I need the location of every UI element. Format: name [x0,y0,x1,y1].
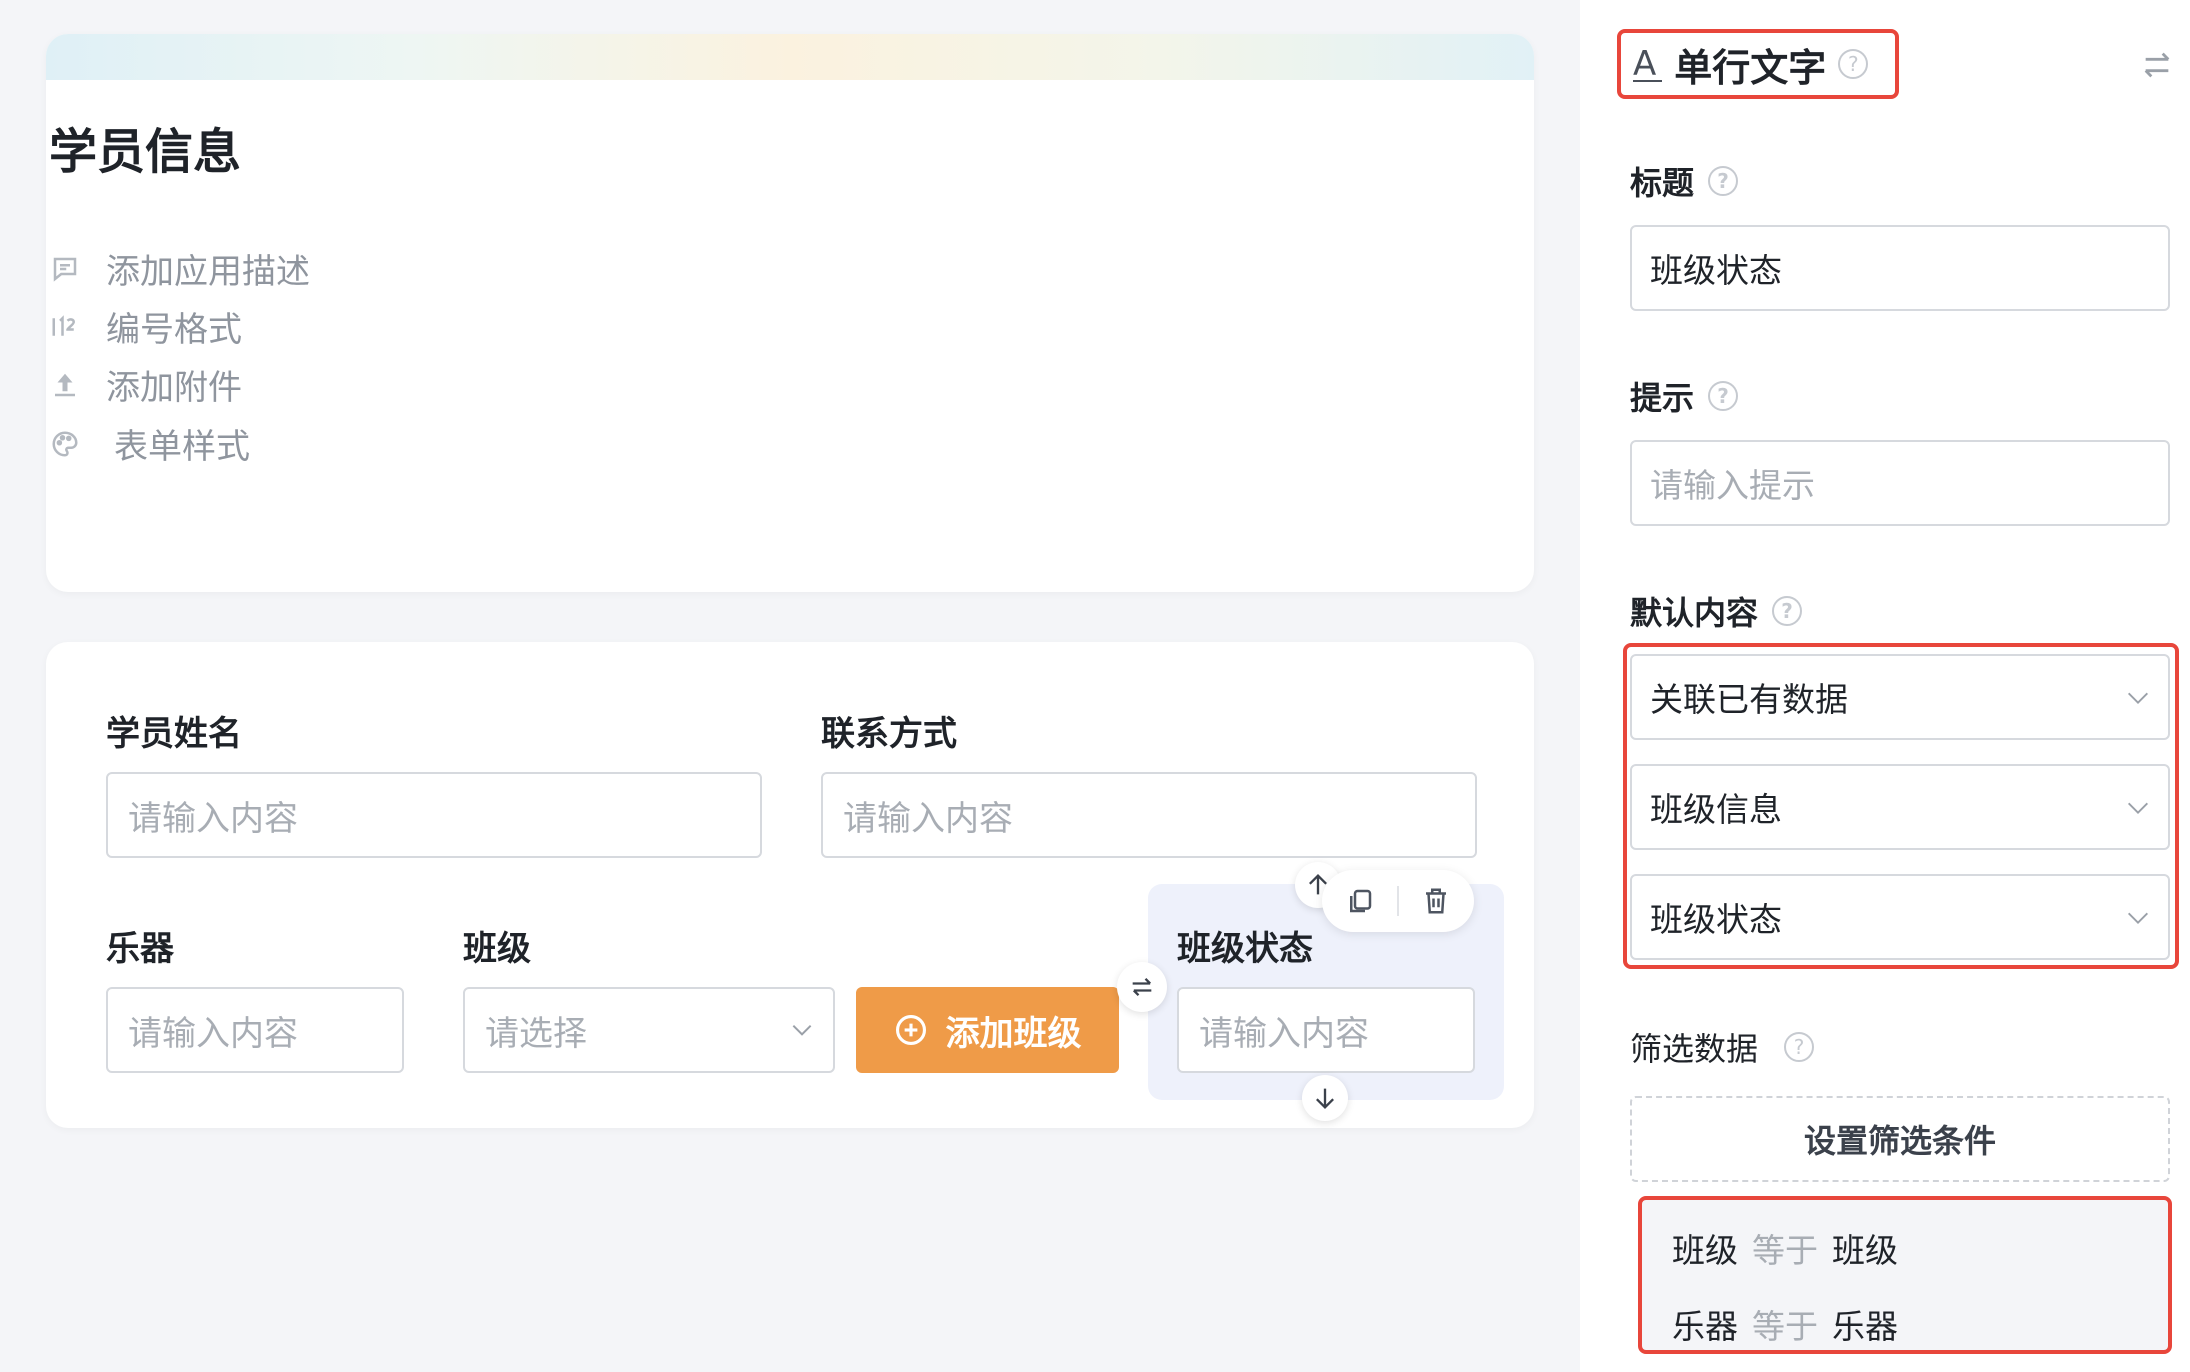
title-input-value: 班级状态 [1650,251,1782,290]
class-status-input[interactable]: 请输入内容 [1177,987,1475,1073]
form-info-card [46,34,1534,592]
contact-label: 联系方式 [821,714,957,754]
chevron-down-icon [2128,802,2148,814]
add-description-label: 添加应用描述 [106,252,310,292]
swap-position-button[interactable] [1117,962,1167,1012]
filter-condition-row[interactable]: 乐器 等于 乐器 [1672,1300,1898,1348]
linked-form-value: 班级信息 [1650,790,1782,829]
default-content-text: 默认内容 [1630,594,1759,632]
form-style-label: 表单样式 [114,427,250,467]
condition-operator: 等于 [1752,1307,1818,1346]
filter-data-label: 筛选数据 ? [1630,1024,1815,1070]
hint-prop-text: 提示 [1630,379,1695,417]
condition-field: 乐器 [1672,1307,1738,1346]
text-line-icon: A [1633,44,1663,84]
trash-icon[interactable] [1421,886,1451,916]
condition-operator: 等于 [1752,1231,1818,1270]
condition-field: 班级 [1672,1231,1738,1270]
class-label: 班级 [463,929,531,969]
chevron-down-icon [2128,912,2148,924]
form-title[interactable]: 学员信息 [49,112,241,182]
student-name-label: 学员姓名 [106,714,242,754]
set-filter-label: 设置筛选条件 [1803,1122,1996,1160]
help-icon[interactable]: ? [1708,381,1739,411]
condition-value: 乐器 [1832,1307,1898,1346]
swap-horizontal-icon [1132,978,1152,996]
instrument-placeholder: 请输入内容 [128,1013,298,1054]
number-format-link[interactable]: 编号格式 [48,302,242,351]
instrument-input[interactable]: 请输入内容 [106,987,404,1073]
chevron-down-icon [2128,692,2148,704]
copy-icon[interactable] [1345,886,1375,916]
linked-field-value: 班级状态 [1650,900,1782,939]
help-icon[interactable]: ? [1708,166,1739,196]
arrow-down-icon [1316,1088,1334,1109]
form-style-link[interactable]: 表单样式 [48,419,250,468]
linked-field-select[interactable]: 班级状态 [1630,874,2170,960]
filter-conditions-box: 班级 等于 班级 乐器 等于 乐器 [1638,1196,2172,1354]
class-select[interactable]: 请选择 [463,987,835,1073]
add-attachment-label: 添加附件 [106,368,242,408]
linked-form-select[interactable]: 班级信息 [1630,764,2170,850]
condition-value: 班级 [1832,1231,1898,1270]
default-source-value: 关联已有数据 [1650,680,1848,719]
chevron-down-icon [792,1024,812,1036]
field-toolbar [1322,870,1474,932]
default-content-label: 默认内容 ? [1630,588,1803,634]
default-source-select[interactable]: 关联已有数据 [1630,654,2170,740]
class-status-placeholder: 请输入内容 [1199,1013,1369,1054]
hint-input[interactable]: 请输入提示 [1630,440,2170,526]
hint-prop-label: 提示 ? [1630,373,1739,419]
add-class-label: 添加班级 [945,1013,1082,1054]
contact-input[interactable]: 请输入内容 [821,772,1477,858]
instrument-label: 乐器 [106,929,174,969]
title-prop-text: 标题 [1630,164,1695,202]
move-down-button[interactable] [1302,1075,1348,1121]
help-icon[interactable]: ? [1784,1032,1815,1062]
title-input[interactable]: 班级状态 [1630,225,2170,311]
filter-data-text: 筛选数据 [1630,1030,1759,1068]
header-gradient-band [46,34,1534,80]
add-attachment-link[interactable]: 添加附件 [48,360,242,409]
number-format-icon [48,310,82,344]
toolbar-divider [1397,886,1399,916]
contact-placeholder: 请输入内容 [843,798,1013,839]
filter-condition-row[interactable]: 班级 等于 班级 [1672,1224,1898,1272]
help-icon[interactable]: ? [1772,596,1803,626]
student-name-input[interactable]: 请输入内容 [106,772,762,858]
class-status-label: 班级状态 [1177,929,1313,969]
upload-icon [48,368,82,402]
switch-component-icon[interactable] [2140,48,2174,82]
set-filter-button[interactable]: 设置筛选条件 [1630,1096,2170,1182]
component-type-header[interactable]: A 单行文字 ? [1617,29,1899,99]
comment-icon [48,252,82,286]
student-name-placeholder: 请输入内容 [128,798,298,839]
hint-input-placeholder: 请输入提示 [1650,466,1815,505]
add-description-link[interactable]: 添加应用描述 [48,244,310,293]
palette-icon [48,427,82,461]
plus-circle-icon [895,1014,926,1046]
number-format-label: 编号格式 [106,310,242,350]
class-select-placeholder: 请选择 [485,1013,587,1054]
add-class-button[interactable]: 添加班级 [856,987,1119,1073]
component-type-label: 单行文字 [1674,45,1827,90]
title-prop-label: 标题 ? [1630,158,1739,204]
help-icon[interactable]: ? [1838,49,1869,79]
